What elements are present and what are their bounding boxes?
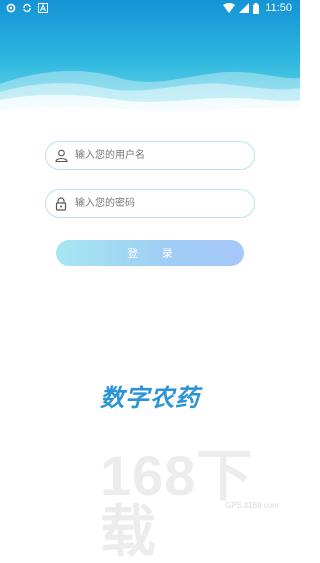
status-clock: 11:50 <box>265 2 292 14</box>
watermark-url: GPS.lt168.com <box>225 501 279 510</box>
app-brand-title: 数字农药 <box>100 384 200 412</box>
user-icon <box>53 148 69 164</box>
login-button[interactable]: 登 录 <box>56 240 244 266</box>
header-banner: 11:50 <box>0 0 300 130</box>
password-field[interactable] <box>45 189 255 218</box>
username-field[interactable] <box>45 141 255 170</box>
wifi-icon <box>223 3 236 13</box>
lock-icon <box>53 196 69 212</box>
wave-decoration <box>0 70 300 130</box>
battery-icon <box>253 2 260 14</box>
status-bar: 11:50 <box>0 0 300 16</box>
sync-icon <box>22 3 32 13</box>
password-input[interactable] <box>75 193 245 214</box>
username-input[interactable] <box>75 145 245 166</box>
notification-a-icon <box>38 3 48 13</box>
signal-icon <box>239 3 250 13</box>
settings-icon <box>6 3 16 13</box>
